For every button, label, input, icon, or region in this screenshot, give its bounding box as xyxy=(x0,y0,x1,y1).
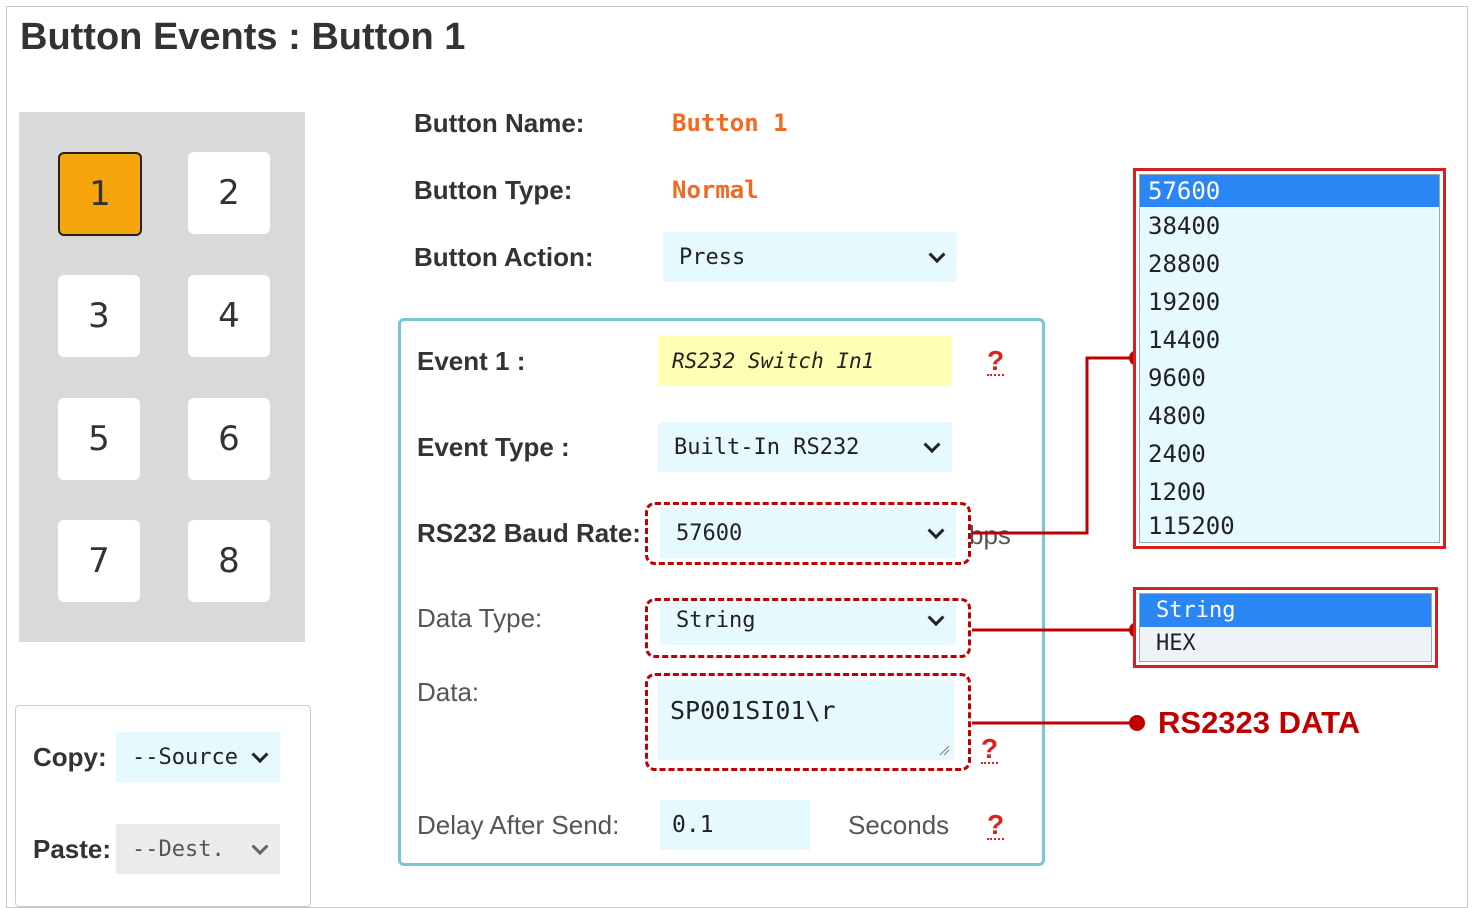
baud-option[interactable]: 115200 xyxy=(1140,511,1439,541)
baud-option[interactable]: 14400 xyxy=(1140,321,1439,359)
baud-option[interactable]: 38400 xyxy=(1140,207,1439,245)
rs232-data-annotation: RS2323 DATA xyxy=(1158,705,1361,740)
baud-rate-options-inner: 57600 38400 28800 19200 14400 9600 4800 … xyxy=(1139,174,1440,543)
baud-option[interactable]: 1200 xyxy=(1140,473,1439,511)
baud-rate-options-list: 57600 38400 28800 19200 14400 9600 4800 … xyxy=(1133,168,1446,549)
data-type-option[interactable]: String xyxy=(1140,594,1431,627)
baud-option[interactable]: 4800 xyxy=(1140,397,1439,435)
baud-option[interactable]: 2400 xyxy=(1140,435,1439,473)
baud-option[interactable]: 19200 xyxy=(1140,283,1439,321)
baud-option[interactable]: 28800 xyxy=(1140,245,1439,283)
data-type-option[interactable]: HEX xyxy=(1140,627,1431,660)
data-type-options-inner: String HEX xyxy=(1139,593,1432,662)
data-type-options-list: String HEX xyxy=(1133,587,1438,668)
baud-option[interactable]: 57600 xyxy=(1140,175,1439,207)
baud-option[interactable]: 9600 xyxy=(1140,359,1439,397)
